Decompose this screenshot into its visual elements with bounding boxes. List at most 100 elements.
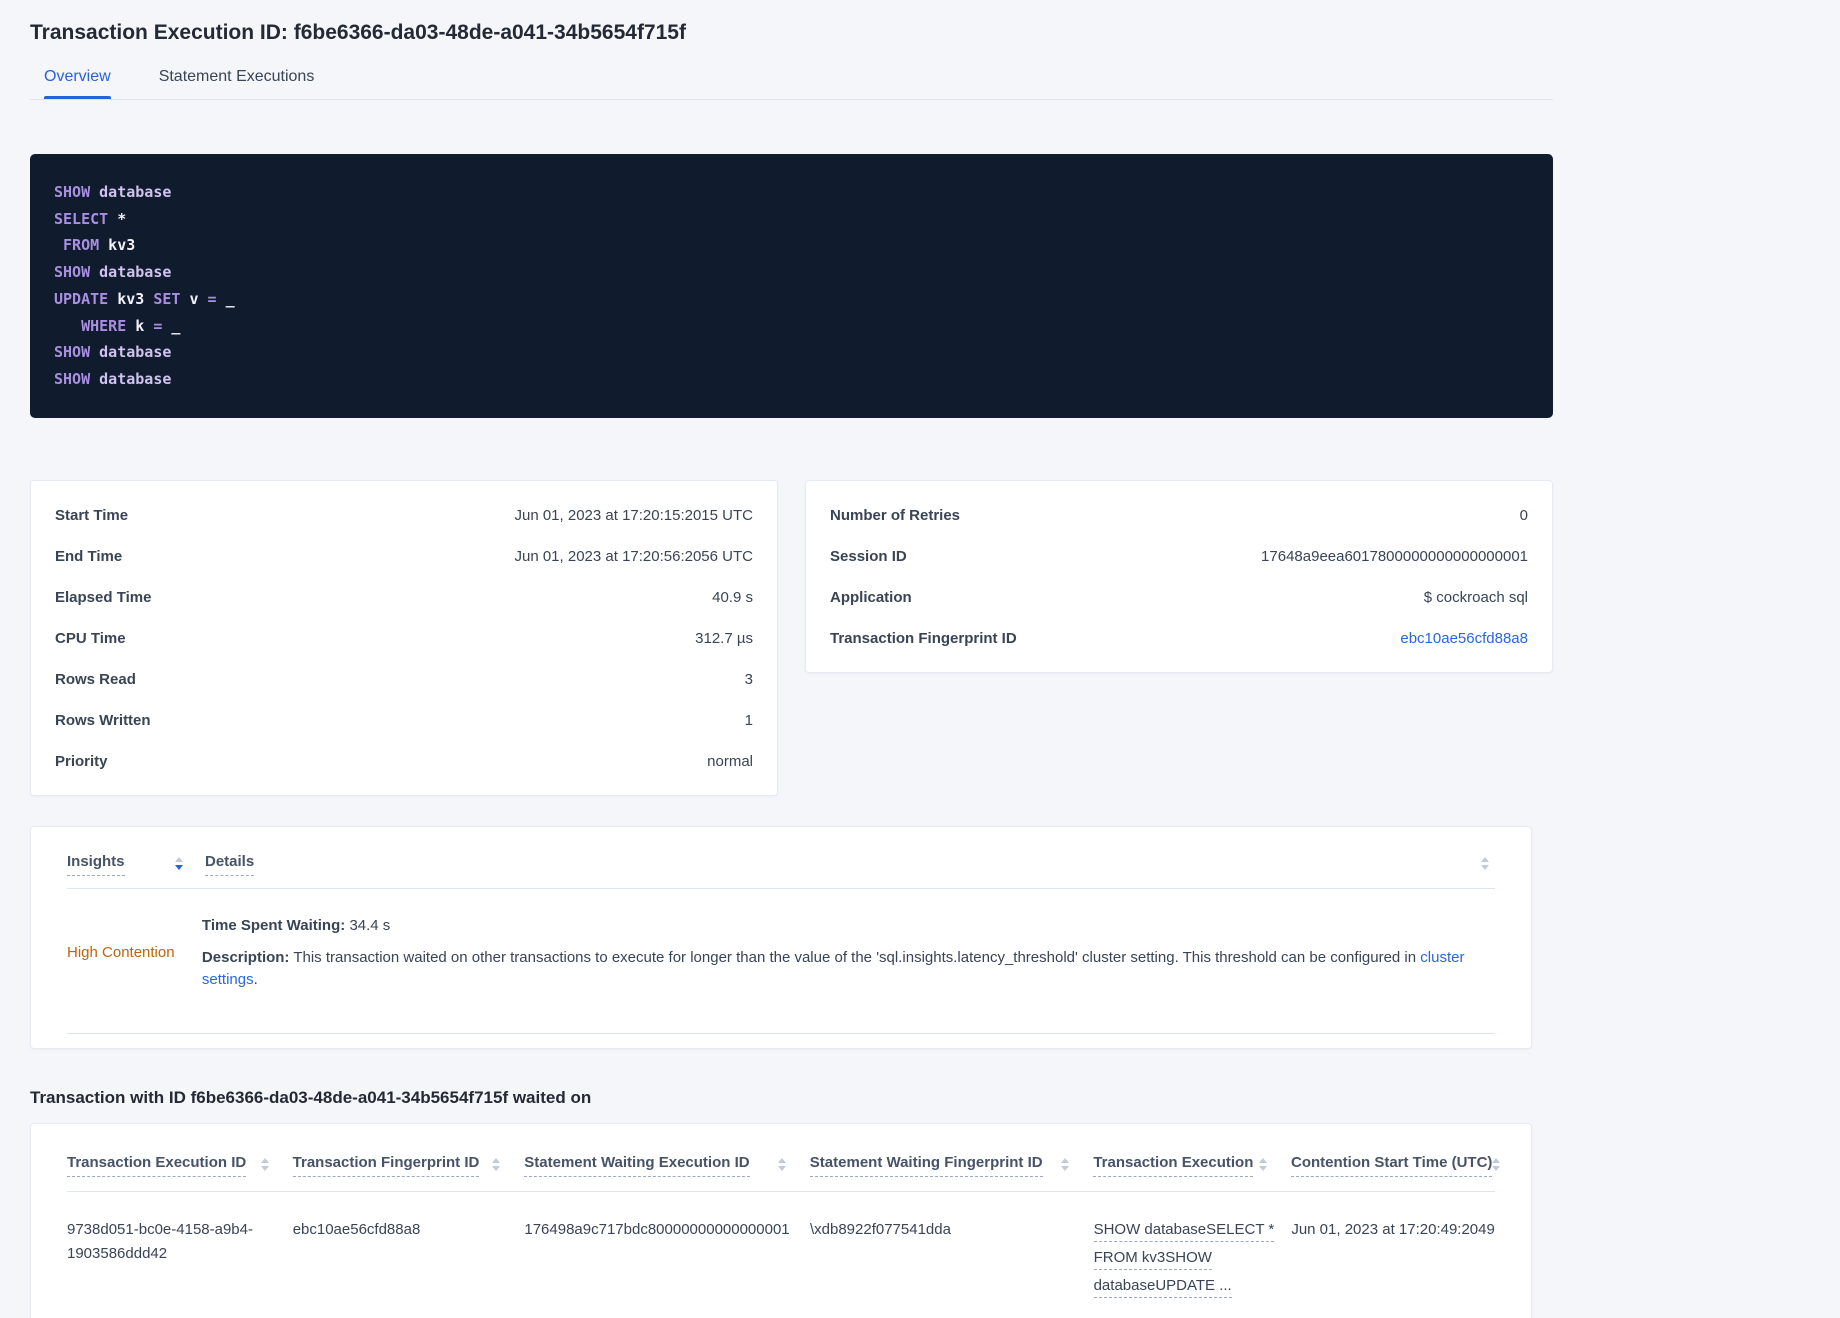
sort-down-arrow	[1492, 1165, 1501, 1171]
details-column-header[interactable]: Details	[205, 853, 255, 876]
transaction-execution-link[interactable]: SHOW databaseSELECT *	[1093, 1219, 1275, 1242]
sql-line: SHOW database	[54, 369, 172, 388]
column-header-label[interactable]: Contention Start Time (UTC)	[1291, 1154, 1493, 1177]
sort-down-arrow	[777, 1165, 786, 1171]
summary-row: Priority normal	[55, 753, 753, 775]
time-spent-waiting: Time Spent Waiting: 34.4 s	[202, 915, 1495, 937]
statement-waiting-fingerprint-id-cell: \xdb8922f077541dda	[809, 1220, 951, 1238]
sort-up-arrow	[175, 856, 183, 862]
transaction-execution-cell: SHOW databaseSELECT * FROM kv3SHOW databas…	[1093, 1218, 1292, 1302]
sort-down-arrow	[1481, 864, 1489, 870]
summary-row: Start Time Jun 01, 2023 at 17:20:15:2015 …	[55, 507, 753, 529]
session-summary-card: Number of Retries 0 Session ID 17648a9eea60…	[805, 479, 1553, 673]
column-header-label[interactable]: Transaction Execution	[1093, 1154, 1254, 1177]
sql-line: UPDATE kv3 SET v = _	[54, 289, 235, 308]
sql-line: SHOW database	[54, 183, 172, 201]
contention-start-time-cell: Jun 01, 2023 at 17:20:49:2049	[1291, 1220, 1495, 1238]
summary-label: Rows Read	[55, 670, 136, 688]
column-header: Transaction Fingerprint ID	[292, 1154, 525, 1177]
summary-row: Transaction Fingerprint ID ebc10ae56cfd88…	[830, 630, 1528, 652]
waited-on-table-header: Transaction Execution ID Transaction Fing…	[67, 1154, 1521, 1177]
sort-down-arrow	[1061, 1165, 1070, 1171]
column-header-label[interactable]: Statement Waiting Execution ID	[524, 1154, 750, 1177]
insight-row: High Contention Time Spent Waiting: 34.4…	[67, 889, 1495, 1021]
sql-line: SHOW database	[54, 263, 172, 282]
sort-icon[interactable]	[1259, 1157, 1268, 1171]
summary-label: End Time	[55, 547, 123, 565]
summary-value: Jun 01, 2023 at 17:20:15:2015 UTC	[514, 506, 753, 524]
sort-icon[interactable]	[1061, 1157, 1070, 1171]
sort-icon[interactable]	[175, 856, 183, 870]
sort-up-arrow	[777, 1157, 786, 1163]
sort-icon[interactable]	[1492, 1157, 1501, 1171]
column-header-label[interactable]: Transaction Execution ID	[67, 1154, 247, 1177]
sort-up-arrow	[492, 1157, 501, 1163]
summary-value: 312.7 µs	[695, 629, 753, 647]
description-suffix: .	[253, 970, 258, 988]
summary-row: Elapsed Time 40.9 s	[55, 589, 753, 611]
summary-value: $ cockroach sql	[1423, 588, 1528, 606]
summary-row: Rows Read 3	[55, 671, 753, 693]
waiting-label: Time Spent Waiting:	[201, 916, 346, 934]
tab-statement-executions[interactable]: Statement Executions	[145, 66, 329, 99]
statement-waiting-execution-id-cell: 176498a9c717bdc80000000000000001	[524, 1220, 790, 1238]
summary-value: normal	[707, 752, 753, 770]
sort-icon[interactable]	[260, 1157, 269, 1171]
insights-column: Insights	[67, 853, 205, 876]
summary-row: Rows Written 1	[55, 712, 753, 734]
sort-up-arrow	[260, 1157, 269, 1163]
summary-value: 17648a9eea6017800000000000000001	[1261, 547, 1528, 565]
waited-on-table-body: 9738d051-bc0e-4158-a9b4-1903586ddd42 ebc1…	[67, 1192, 1521, 1318]
column-header: Statement Waiting Fingerprint ID	[809, 1154, 1094, 1177]
sort-down-arrow	[492, 1165, 501, 1171]
sql-line: SELECT *	[54, 209, 127, 228]
sort-down-arrow	[175, 864, 183, 870]
sort-up-arrow	[1481, 856, 1489, 862]
insights-column-header[interactable]: Insights	[67, 853, 125, 876]
sort-icon[interactable]	[1481, 856, 1489, 870]
summary-row: CPU Time 312.7 µs	[55, 630, 753, 652]
sort-down-arrow	[260, 1165, 269, 1171]
waited-on-heading: Transaction with ID f6be6366-da03-48de-a…	[30, 1087, 592, 1107]
transaction-fingerprint-id-cell: ebc10ae56cfd88a8	[292, 1220, 421, 1238]
tab-overview[interactable]: Overview	[30, 66, 125, 99]
column-header: Contention Start Time (UTC)	[1291, 1154, 1521, 1177]
column-header: Statement Waiting Execution ID	[524, 1154, 810, 1177]
transaction-execution-link[interactable]: FROM kv3SHOW	[1093, 1247, 1212, 1270]
summary-row: Session ID 17648a9eea60178000000000000000…	[830, 548, 1528, 570]
transaction-fingerprint-link[interactable]: ebc10ae56cfd88a8	[1400, 630, 1528, 647]
summary-label: Session ID	[830, 547, 907, 565]
sort-up-arrow	[1492, 1157, 1501, 1163]
sql-line: WHERE k = _	[81, 316, 181, 335]
insight-type-badge: High Contention	[67, 944, 175, 962]
column-header-label[interactable]: Statement Waiting Fingerprint ID	[809, 1154, 1043, 1177]
description-label: Description:	[201, 948, 290, 966]
insight-details: Time Spent Waiting: 34.4 s Description: …	[202, 915, 1495, 991]
summary-label: Start Time	[55, 506, 129, 524]
sort-icon[interactable]	[492, 1157, 501, 1171]
waiting-value: 34.4 s	[349, 916, 391, 934]
tab-bar: Overview Statement Executions	[30, 66, 1553, 100]
summary-row: Number of Retries 0	[830, 507, 1528, 529]
summary-value: 1	[744, 711, 753, 729]
sort-icon[interactable]	[777, 1157, 786, 1171]
insights-table-header: Insights Details	[67, 853, 1495, 876]
sort-down-arrow	[1259, 1165, 1268, 1171]
summary-value: 40.9 s	[712, 588, 753, 606]
table-row: 9738d051-bc0e-4158-a9b4-1903586ddd42 ebc1…	[67, 1192, 1521, 1318]
summary-value: 0	[1519, 506, 1528, 524]
description-text: This transaction waited on other transac…	[293, 948, 1421, 966]
tab-overview-label: Overview	[44, 68, 111, 85]
column-header-label[interactable]: Transaction Fingerprint ID	[292, 1154, 480, 1177]
transaction-execution-link[interactable]: databaseUPDATE ...	[1093, 1275, 1232, 1298]
sql-statements-box: SHOW database SELECT * FROM kv3 SHOW datab…	[30, 154, 1553, 418]
tab-statement-executions-label: Statement Executions	[158, 68, 315, 85]
summary-value: Jun 01, 2023 at 17:20:56:2056 UTC	[514, 547, 753, 565]
divider	[67, 1032, 1495, 1034]
column-header: Transaction Execution	[1093, 1154, 1291, 1177]
insights-card: Insights Details High Contention Time Sp…	[30, 825, 1532, 1049]
summary-label: Transaction Fingerprint ID	[830, 629, 1017, 647]
summary-label: Number of Retries	[830, 506, 961, 524]
summary-label: Priority	[55, 752, 108, 770]
summary-row: End Time Jun 01, 2023 at 17:20:56:2056 UT…	[55, 548, 753, 570]
